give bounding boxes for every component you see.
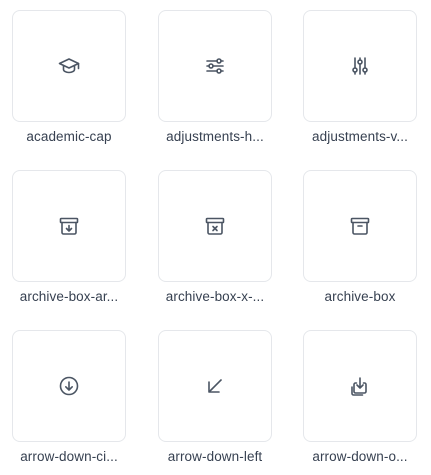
- icon-grid: academic-cap adjustments-h... adjustment…: [0, 0, 431, 473]
- icon-card[interactable]: [158, 170, 272, 282]
- icon-card[interactable]: [303, 10, 417, 122]
- archive-box-x-mark-icon: [205, 217, 225, 235]
- icon-tile-academic-cap[interactable]: academic-cap: [12, 10, 126, 155]
- icon-tile-arrow-down-left[interactable]: arrow-down-left: [158, 330, 272, 475]
- arrow-down-on-square-icon: [351, 377, 367, 396]
- arrow-down-left-icon: [208, 379, 222, 393]
- arrow-down-circle-icon: [59, 376, 79, 396]
- icon-label: archive-box-x-...: [165, 289, 265, 304]
- icon-card[interactable]: [158, 330, 272, 442]
- icon-tile-adjustments-horizontal[interactable]: adjustments-h...: [158, 10, 272, 155]
- icon-label: academic-cap: [26, 129, 112, 144]
- icon-tile-arrow-down-circle[interactable]: arrow-down-ci...: [12, 330, 126, 475]
- icon-card[interactable]: [12, 330, 126, 442]
- archive-box-icon: [350, 217, 370, 235]
- icon-card[interactable]: [12, 170, 126, 282]
- icon-tile-archive-box-x-mark[interactable]: archive-box-x-...: [158, 170, 272, 315]
- icon-label: archive-box-ar...: [19, 289, 119, 304]
- adjustments-vertical-icon: [352, 57, 368, 75]
- icon-tile-archive-box[interactable]: archive-box: [303, 170, 417, 315]
- academic-cap-icon: [58, 58, 80, 74]
- icon-label: archive-box: [324, 289, 396, 304]
- icon-card[interactable]: [158, 10, 272, 122]
- icon-tile-arrow-down-on-square[interactable]: arrow-down-o...: [303, 330, 417, 475]
- adjustments-horizontal-icon: [206, 58, 224, 74]
- icon-tile-adjustments-vertical[interactable]: adjustments-v...: [303, 10, 417, 155]
- icon-card[interactable]: [12, 10, 126, 122]
- icon-label: arrow-down-o...: [312, 449, 408, 464]
- icon-tile-archive-box-arrow-down[interactable]: archive-box-ar...: [12, 170, 126, 315]
- icon-card[interactable]: [303, 170, 417, 282]
- archive-box-arrow-down-icon: [59, 217, 79, 235]
- icon-label: adjustments-v...: [312, 129, 408, 144]
- icon-label: adjustments-h...: [166, 129, 264, 144]
- icon-label: arrow-down-ci...: [20, 449, 118, 464]
- icon-label: arrow-down-left: [167, 449, 263, 464]
- icon-card[interactable]: [303, 330, 417, 442]
